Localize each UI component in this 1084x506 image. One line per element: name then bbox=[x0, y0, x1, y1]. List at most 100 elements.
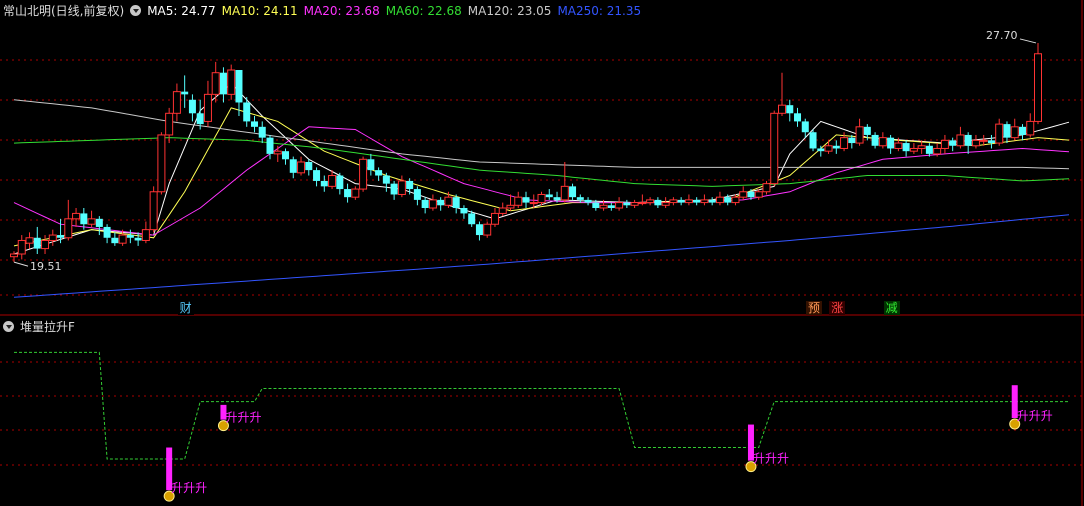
candle-body bbox=[630, 202, 639, 206]
candle bbox=[157, 132, 166, 195]
candle-body bbox=[987, 140, 995, 144]
event-marker[interactable]: 涨 bbox=[829, 301, 846, 315]
candle-body bbox=[715, 196, 724, 204]
candle-body bbox=[227, 69, 236, 95]
candle bbox=[490, 208, 499, 227]
sub-header: 堆量拉升F bbox=[3, 318, 75, 335]
candle bbox=[584, 197, 592, 206]
candle-body bbox=[1010, 126, 1019, 139]
candle bbox=[545, 189, 553, 200]
candle-body bbox=[111, 237, 119, 244]
candle bbox=[522, 191, 530, 208]
candle-body bbox=[203, 93, 212, 122]
candle bbox=[514, 191, 523, 208]
candle-body bbox=[165, 112, 174, 136]
candle bbox=[887, 134, 895, 154]
candle bbox=[320, 175, 328, 192]
candle bbox=[428, 194, 437, 211]
candle bbox=[64, 199, 73, 241]
candle bbox=[211, 61, 220, 103]
ma120-label: MA120: 23.05 bbox=[467, 3, 552, 18]
low-price-label: 19.51 bbox=[30, 260, 62, 273]
candle-body bbox=[661, 202, 670, 206]
candle-body bbox=[654, 199, 662, 206]
signal-group: 升升升 bbox=[217, 404, 261, 432]
candle-body bbox=[522, 197, 530, 203]
candle bbox=[762, 180, 771, 195]
candle bbox=[72, 208, 81, 227]
candle-body bbox=[848, 137, 856, 144]
candle-body bbox=[529, 202, 538, 205]
candle bbox=[669, 197, 678, 206]
ma-line-ma250 bbox=[13, 214, 1070, 298]
candle bbox=[794, 107, 802, 127]
candle-body bbox=[794, 113, 802, 122]
candle-body bbox=[126, 235, 134, 238]
candle-body bbox=[17, 239, 26, 255]
candle-body bbox=[196, 113, 204, 125]
ma-line-ma60 bbox=[13, 137, 1070, 187]
candle bbox=[344, 183, 352, 203]
candle-body bbox=[211, 72, 220, 95]
ma-line-ma20 bbox=[13, 126, 1070, 236]
candle-body bbox=[235, 70, 243, 103]
candle-body bbox=[708, 199, 716, 203]
candle-body bbox=[313, 170, 321, 181]
candle bbox=[172, 83, 181, 122]
candle-body bbox=[490, 212, 499, 225]
candle-body bbox=[95, 218, 103, 227]
candle bbox=[684, 194, 693, 206]
candle-body bbox=[266, 137, 274, 154]
candle-body bbox=[103, 226, 111, 238]
candle-body bbox=[506, 204, 515, 209]
indicator-dropdown-button[interactable] bbox=[3, 321, 14, 332]
high-price-pointer bbox=[1019, 38, 1037, 44]
candle-body bbox=[878, 137, 887, 147]
candle bbox=[646, 197, 655, 206]
event-marker[interactable]: 减 bbox=[883, 301, 900, 315]
candle bbox=[313, 167, 321, 187]
candle-body bbox=[553, 197, 561, 200]
kline-chart[interactable]: 27.7019.51升升升升升升升升升升升升 bbox=[0, 0, 1084, 506]
candle-body bbox=[949, 140, 957, 146]
candle bbox=[987, 134, 995, 149]
candle-body bbox=[149, 191, 158, 231]
candle bbox=[273, 145, 282, 162]
candle-body bbox=[475, 224, 483, 236]
candle-body bbox=[537, 193, 546, 204]
candle-body bbox=[576, 197, 584, 200]
candle-body bbox=[855, 126, 864, 144]
candle-body bbox=[134, 237, 142, 241]
candle-body bbox=[258, 126, 266, 138]
settings-dropdown-button[interactable] bbox=[130, 5, 142, 16]
ma250-label: MA250: 21.35 bbox=[557, 3, 642, 18]
candle-body bbox=[41, 239, 50, 250]
candle-body bbox=[460, 208, 468, 214]
candle bbox=[41, 235, 50, 254]
ma-line-ma5 bbox=[13, 82, 1070, 255]
candle-body bbox=[677, 199, 685, 203]
candle bbox=[739, 186, 748, 200]
candle-body bbox=[669, 199, 678, 204]
candle-body bbox=[351, 188, 360, 198]
candle bbox=[297, 156, 306, 176]
stock-title: 常山北明(日线,前复权) bbox=[3, 4, 125, 18]
event-marker[interactable]: 预 bbox=[806, 301, 823, 315]
candle bbox=[971, 134, 980, 149]
event-marker[interactable]: 财 bbox=[177, 301, 194, 315]
candle bbox=[390, 180, 398, 200]
candle bbox=[188, 94, 196, 122]
main-header: 常山北明(日线,前复权) MA5: 24.77 MA10: 24.11 MA20… bbox=[3, 2, 641, 19]
signal-group: 升升升 bbox=[745, 424, 789, 473]
candle-body bbox=[545, 194, 553, 198]
candle-body bbox=[971, 139, 980, 147]
candle bbox=[1034, 42, 1042, 125]
candle-body bbox=[172, 91, 181, 114]
candle bbox=[560, 162, 569, 203]
candle-body bbox=[979, 139, 988, 142]
candle bbox=[700, 194, 709, 206]
candle-body bbox=[80, 213, 88, 225]
candle-body bbox=[359, 158, 368, 190]
candle-body bbox=[48, 234, 57, 241]
candle-body bbox=[754, 191, 763, 198]
